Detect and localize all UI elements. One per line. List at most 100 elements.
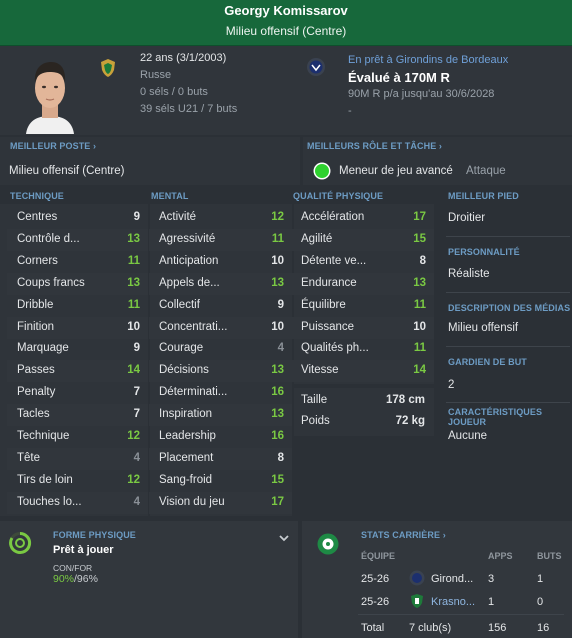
attribute-label: Vision du jeu [159,495,225,508]
sharpness-value: /96% [74,573,98,585]
player-caps: 0 séls / 0 buts [140,86,208,98]
attribute-row: Placement 8 [149,447,292,470]
fitness-ring-icon [9,531,32,554]
football-icon [317,533,339,555]
attribute-row: Décisions 13 [149,360,292,383]
attribute-label: Puissance [301,320,355,333]
attribute-row: Puissance 10 [291,316,434,339]
attribute-value: 11 [413,342,426,355]
attribute-label: Tête [17,451,41,464]
wage: 90M R p/a jusqu'au 30/6/2028 [348,88,495,100]
attribute-label: Placement [159,451,214,464]
attribute-label: Activité [159,211,197,223]
condition-values: 90%/96% [53,573,98,585]
total-clubs: 7 club(s) [409,622,452,634]
attribute-row: Finition 10 [7,316,148,339]
role-suitability-icon [313,162,331,180]
attribute-row: Appels de... 13 [149,272,292,295]
attribute-label: Coups francs [17,276,85,289]
foot-heading: MEILLEUR PIED [448,191,519,201]
attribute-value: 9 [133,211,140,223]
attribute-label: Leadership [159,430,216,442]
attribute-row: Vitesse 14 [291,360,434,383]
divider [446,402,570,403]
attribute-value: 11 [271,232,284,245]
player-profile: Georgy Komissarov Milieu offensif (Centr… [0,0,572,638]
attribute-label: Décisions [159,364,209,377]
career-season: 25-26 [361,596,390,608]
media-heading: DESCRIPTION DES MÉDIAS [448,303,571,313]
career-goals: 1 [537,573,544,585]
attribute-value: 4 [277,342,284,355]
player-u21-caps: 39 séls U21 / 7 buts [140,103,238,115]
player-age: 22 ans (3/1/2003) [140,52,227,64]
attribute-value: 10 [271,254,284,267]
attribute-label: Touches lo... [17,495,82,508]
weight-label: Poids [301,415,330,427]
attribute-value: 15 [413,232,426,245]
attribute-row: Tête 4 [7,447,148,470]
attribute-row: Contrôle d... 13 [7,228,148,251]
attribute-label: Anticipation [159,254,219,267]
fitness-status: Prêt à jouer [53,544,114,556]
best-role: Meneur de jeu avancé [339,165,453,177]
fitness-heading: FORME PHYSIQUE [53,530,136,540]
divider [446,292,570,293]
attribute-label: Dribble [17,298,54,311]
attribute-label: Appels de... [159,276,220,289]
attribute-row: Détente ve... 8 [291,251,434,273]
attribute-row: Vision du jeu 17 [149,491,292,514]
national-crest-icon[interactable] [98,58,118,78]
career-stats-heading[interactable]: STATS CARRIÈRE › [361,530,446,540]
attribute-row: Concentrati... 10 [149,316,292,339]
attribute-row: Collectif 9 [149,295,292,317]
col-team: ÉQUIPE [361,551,396,561]
attribute-value: 4 [133,451,140,464]
chevron-right-icon: › [93,141,97,151]
weight-row: Poids 72 kg [301,411,425,433]
contract-info: En prêt à Girondins de Bordeaux Évalué à… [348,52,508,120]
col-goals: BUTS [537,551,562,561]
attribute-value: 10 [271,320,284,333]
career-team[interactable]: Girond... [431,573,473,585]
attribute-value: 8 [419,254,426,267]
career-team[interactable]: Krasno... [431,596,475,608]
player-details: 22 ans (3/1/2003) Russe 0 séls / 0 buts … [140,50,237,118]
attribute-value: 7 [133,408,140,421]
attribute-value: 17 [271,495,284,508]
attribute-value: 9 [133,342,140,355]
club-crest-icon[interactable] [306,57,326,77]
attribute-value: 11 [127,298,140,311]
best-role-heading[interactable]: MEILLEURS RÔLE ET TÂCHE › [307,141,442,151]
attribute-value: 9 [277,298,284,311]
attribute-value: 13 [271,364,284,377]
attribute-row: Endurance 13 [291,272,434,295]
placeholder-dash: - [348,105,352,117]
attribute-label: Détente ve... [301,254,367,267]
attribute-label: Tirs de loin [17,473,73,486]
attribute-value: 13 [413,276,426,289]
chevron-down-icon[interactable] [278,533,290,543]
attribute-row: Inspiration 13 [149,404,292,427]
attribute-label: Inspiration [159,408,213,421]
attribute-value: 14 [127,364,140,377]
divider [446,236,570,237]
player-traits: Aucune [448,430,488,442]
best-position-heading[interactable]: MEILLEUR POSTE › [10,141,96,151]
attribute-row: Technique 12 [7,426,148,448]
attribute-value: 16 [271,386,284,399]
goalkeeper-heading: GARDIEN DE BUT [448,357,527,367]
player-portrait [20,52,80,134]
player-nationality: Russe [140,69,172,81]
attribute-row: Leadership 16 [149,426,292,448]
attribute-label: Équilibre [301,298,346,311]
traits-heading: CARACTÉRISTIQUES JOUEUR [448,407,543,427]
loan-link[interactable]: En prêt à Girondins de Bordeaux [348,52,508,69]
height-value: 178 cm [385,394,425,406]
total-label: Total [361,622,385,634]
attribute-label: Qualités ph... [301,342,369,355]
goalkeeper-rating: 2 [448,379,455,391]
player-position: Milieu offensif (Centre) [225,24,347,38]
attribute-label: Endurance [301,276,357,289]
best-duty: Attaque [466,165,506,177]
